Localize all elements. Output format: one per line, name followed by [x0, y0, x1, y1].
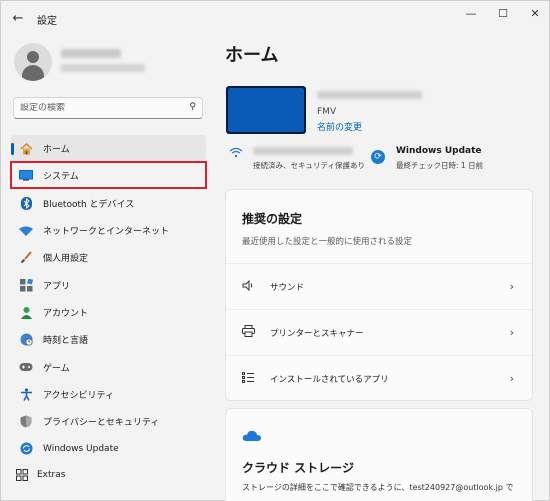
sidebar-item-label: アプリ: [43, 281, 71, 292]
windows-update-status: 最終チェック日時: 1 日前: [396, 161, 484, 170]
device-image: [226, 86, 306, 134]
update-icon: [19, 442, 33, 456]
brush-icon: [19, 251, 33, 265]
highlight-annotation: [10, 161, 207, 189]
sidebar-item-network[interactable]: ネットワークとインターネット: [11, 217, 206, 244]
settings-window: ← 設定 — ☐ ✕ ⚲ ホーム システム: [0, 0, 550, 501]
sidebar-item-label: ゲーム: [43, 363, 70, 374]
sidebar-item-extras[interactable]: Extras: [15, 468, 65, 482]
network-name-redacted: [253, 147, 353, 155]
shield-icon: [19, 415, 33, 429]
recommended-settings-card: 推奨の設定 最近使用した設定と一般的に使用される設定 サウンド › プリンターと…: [225, 189, 533, 401]
recommended-item-installed-apps[interactable]: インストールされているアプリ ›: [226, 355, 532, 401]
search-icon[interactable]: ⚲: [189, 102, 196, 112]
avatar-body: [22, 65, 44, 81]
speaker-icon: [242, 279, 258, 294]
printer-icon: [242, 325, 258, 340]
device-name-redacted: [317, 91, 422, 99]
sidebar-item-label: アカウント: [43, 308, 89, 319]
windows-update-icon: ⟳: [371, 150, 385, 164]
profile-email-redacted: [61, 64, 145, 72]
network-icon: [19, 224, 33, 238]
maximize-icon[interactable]: ☐: [488, 4, 518, 22]
sidebar-item-accounts[interactable]: アカウント: [11, 299, 206, 326]
bluetooth-icon: [19, 196, 33, 210]
sidebar-item-home[interactable]: ホーム: [11, 135, 206, 163]
avatar[interactable]: [14, 43, 52, 81]
title-bar: ← 設定 — ☐ ✕: [1, 1, 549, 35]
back-arrow-icon[interactable]: ←: [9, 9, 27, 27]
game-icon: [19, 360, 33, 374]
home-icon: [19, 142, 33, 156]
sidebar-item-label: 個人用設定: [43, 254, 89, 265]
account-icon: [19, 305, 33, 319]
network-status: 接続済み、セキュリティ保護あり: [253, 161, 366, 170]
sidebar-item-accessibility[interactable]: アクセシビリティ: [11, 381, 206, 408]
recommended-item-sound[interactable]: サウンド ›: [226, 263, 532, 309]
globe-icon: [19, 333, 33, 347]
list-icon: [242, 371, 258, 386]
sidebar-item-personalization[interactable]: 個人用設定: [11, 244, 206, 271]
sidebar-item-label: ホーム: [43, 145, 70, 156]
recommended-item-label: プリンターとスキャナー: [270, 328, 364, 339]
sidebar-item-label: ネットワークとインターネット: [43, 227, 170, 238]
sidebar-item-label: Bluetooth とデバイス: [43, 199, 135, 210]
rename-link[interactable]: 名前の変更: [317, 120, 362, 133]
search-box[interactable]: ⚲: [13, 97, 203, 119]
sidebar-item-privacy[interactable]: プライバシーとセキュリティ: [11, 408, 206, 435]
recommended-subtitle: 最近使用した設定と一般的に使用される設定: [242, 237, 413, 247]
profile-name-redacted: [61, 49, 121, 58]
extras-icon: [15, 468, 29, 482]
sidebar-item-label: プライバシーとセキュリティ: [43, 418, 160, 429]
close-icon[interactable]: ✕: [520, 4, 550, 22]
apps-icon: [19, 278, 33, 292]
page-title: ホーム: [225, 45, 279, 66]
sidebar-item-apps[interactable]: アプリ: [11, 271, 206, 298]
search-input[interactable]: [20, 103, 180, 113]
extras-label: Extras: [37, 470, 66, 480]
recommended-item-label: インストールされているアプリ: [270, 374, 389, 385]
windows-update-title[interactable]: Windows Update: [396, 146, 482, 156]
cloud-description: ストレージの詳細をここで確認できるように、test240927@outlook.…: [242, 483, 514, 492]
sidebar-item-gaming[interactable]: ゲーム: [11, 353, 206, 380]
wifi-icon: [229, 147, 243, 161]
cloud-title: クラウド ストレージ: [242, 461, 354, 475]
recommended-item-printers[interactable]: プリンターとスキャナー ›: [226, 309, 532, 355]
chevron-right-icon: ›: [509, 280, 514, 293]
sidebar-item-time-language[interactable]: 時刻と言語: [11, 326, 206, 353]
device-model: FMV: [317, 107, 337, 117]
sidebar-item-label: 時刻と言語: [43, 336, 89, 347]
sidebar-item-bluetooth[interactable]: Bluetooth とデバイス: [11, 190, 206, 217]
sidebar-item-windows-update[interactable]: Windows Update: [11, 435, 206, 462]
accessibility-icon: [19, 387, 33, 401]
sidebar-item-label: アクセシビリティ: [43, 390, 115, 401]
cloud-storage-card: クラウド ストレージ ストレージの詳細をここで確認できるように、test2409…: [225, 408, 533, 501]
recommended-item-label: サウンド: [270, 282, 305, 293]
window-title: 設定: [37, 16, 57, 27]
chevron-right-icon: ›: [509, 326, 514, 339]
minimize-icon[interactable]: —: [456, 4, 486, 22]
cloud-icon: [242, 430, 261, 441]
sidebar-item-label: Windows Update: [43, 443, 119, 454]
chevron-right-icon: ›: [509, 372, 514, 385]
avatar-head: [27, 51, 39, 63]
recommended-title: 推奨の設定: [242, 212, 303, 226]
